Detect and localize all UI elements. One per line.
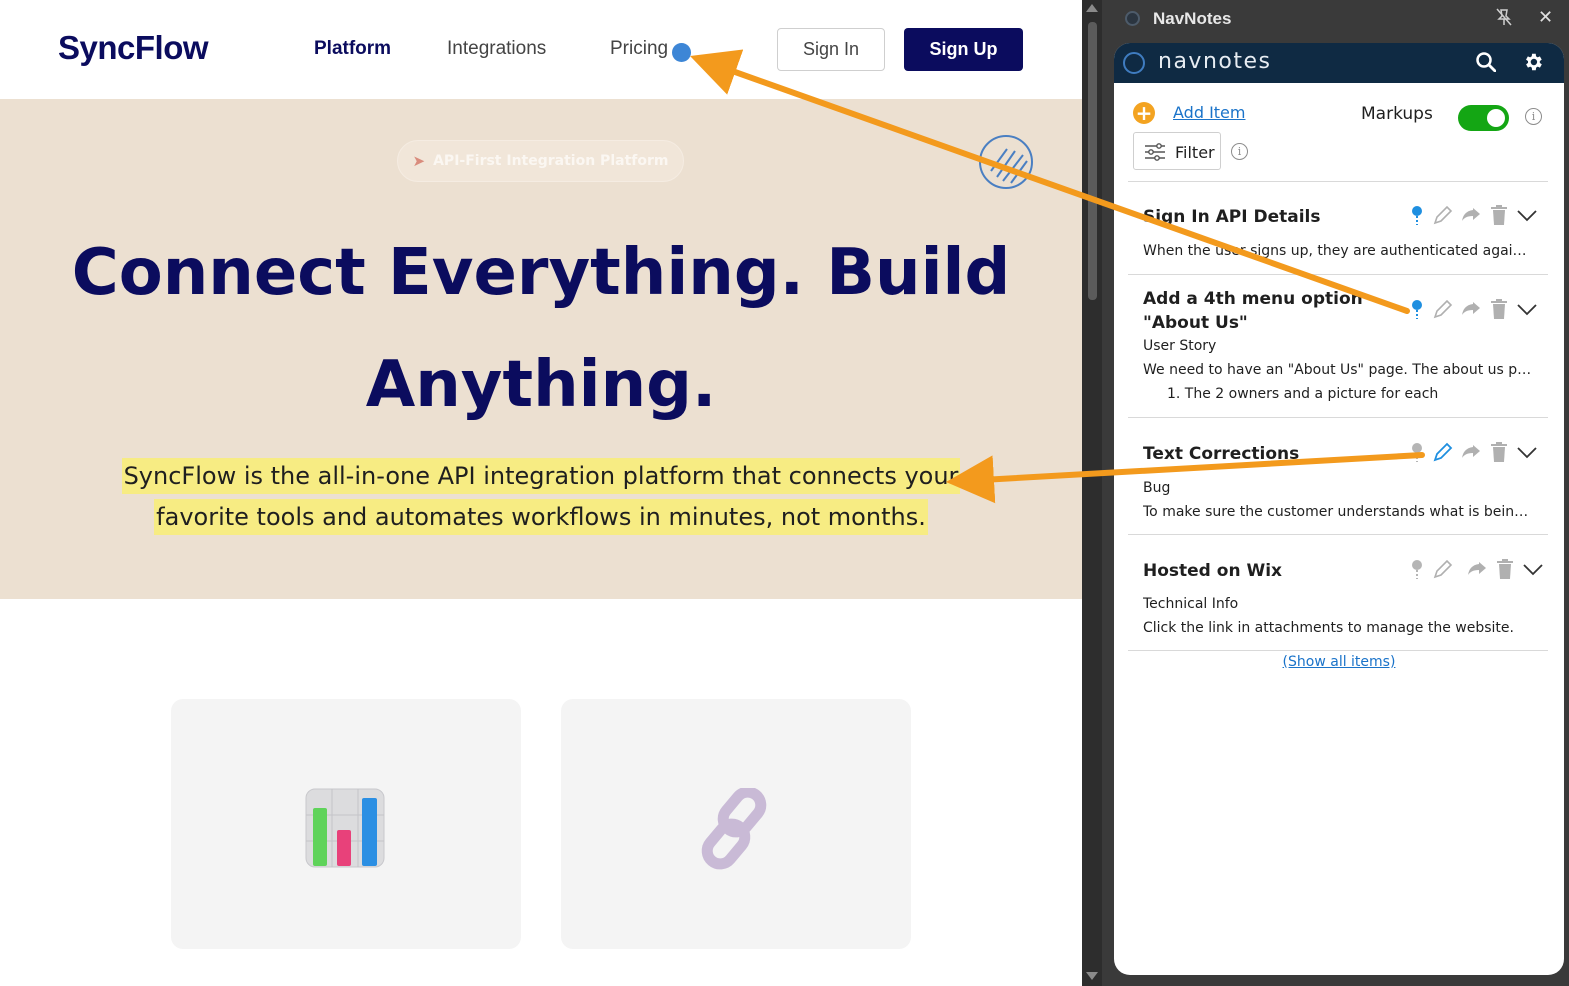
- edit-pencil-icon[interactable]: [1431, 297, 1455, 321]
- divider: [1128, 650, 1548, 651]
- chevron-down-icon[interactable]: [1515, 440, 1539, 464]
- add-item-link[interactable]: Add Item: [1173, 103, 1245, 122]
- add-item-icon[interactable]: +: [1133, 102, 1155, 124]
- note-preview: Click the link in attachments to manage …: [1143, 620, 1514, 636]
- note-actions: [1407, 297, 1547, 323]
- chevron-down-icon[interactable]: [1521, 557, 1545, 581]
- scrollbar-thumb[interactable]: [1088, 22, 1097, 300]
- trash-icon[interactable]: [1487, 440, 1511, 464]
- navnotes-panel: navnotes + Add Item Markups i Filter i S…: [1114, 43, 1564, 975]
- note-type: Technical Info: [1143, 596, 1239, 612]
- panel-logo-text: navnotes: [1158, 49, 1272, 74]
- navnotes-app-icon: [1125, 11, 1140, 26]
- note-title[interactable]: Text Corrections: [1143, 442, 1373, 466]
- site-header: SyncFlow Platform Integrations Pricing S…: [0, 0, 1082, 99]
- scroll-down-icon[interactable]: [1086, 972, 1098, 980]
- highlighted-text: SyncFlow is the all-in-one API integrati…: [121, 458, 961, 535]
- note-preview: To make sure the customer understands wh…: [1143, 504, 1533, 520]
- share-arrow-icon[interactable]: [1459, 440, 1483, 464]
- note-preview-list-item: 1. The 2 owners and a picture for each: [1167, 386, 1439, 402]
- pin-icon[interactable]: [1407, 203, 1431, 227]
- hero-section: ➤ API-First Integration Platform Connect…: [0, 99, 1082, 599]
- bar-chart-icon: [305, 788, 385, 868]
- note-title[interactable]: Sign In API Details: [1143, 205, 1373, 229]
- unpin-icon[interactable]: [1496, 8, 1512, 30]
- note-actions: [1407, 440, 1547, 466]
- close-icon[interactable]: ✕: [1538, 7, 1553, 28]
- nav-platform[interactable]: Platform: [314, 38, 391, 60]
- pin-icon[interactable]: [1407, 297, 1431, 321]
- trash-icon[interactable]: [1487, 203, 1511, 227]
- gear-icon[interactable]: [1522, 51, 1544, 73]
- hero-subtitle: SyncFlow is the all-in-one API integrati…: [120, 456, 962, 538]
- feature-card[interactable]: [561, 699, 911, 949]
- search-icon[interactable]: [1476, 52, 1496, 72]
- note-preview: When the user signs up, they are authent…: [1143, 243, 1533, 259]
- share-arrow-icon[interactable]: [1459, 203, 1483, 227]
- navnotes-logo-icon: [1123, 52, 1145, 74]
- info-icon[interactable]: i: [1231, 143, 1248, 160]
- nav-pricing[interactable]: Pricing: [610, 38, 668, 60]
- pin-icon[interactable]: [1407, 440, 1431, 464]
- show-all-items-link[interactable]: (Show all items): [1114, 654, 1564, 670]
- markups-toggle[interactable]: [1458, 105, 1509, 131]
- note-actions: [1407, 557, 1547, 583]
- trash-icon[interactable]: [1487, 297, 1511, 321]
- window-title: NavNotes: [1153, 9, 1232, 28]
- divider: [1128, 181, 1548, 182]
- divider: [1128, 274, 1548, 275]
- panel-header: navnotes: [1114, 43, 1564, 83]
- filter-sliders-icon: [1145, 143, 1165, 161]
- note-preview: We need to have an "About Us" page. The …: [1143, 362, 1533, 378]
- hero-badge-label: API-First Integration Platform: [433, 153, 669, 169]
- share-arrow-icon[interactable]: [1465, 557, 1489, 581]
- nav-integrations[interactable]: Integrations: [447, 38, 546, 60]
- hero-title: Connect Everything. Build Anything.: [71, 236, 1011, 422]
- edit-pencil-icon[interactable]: [1431, 203, 1455, 227]
- sign-up-button[interactable]: Sign Up: [904, 28, 1023, 71]
- note-title[interactable]: Add a 4th menu option "About Us": [1143, 287, 1373, 335]
- scroll-up-icon[interactable]: [1086, 4, 1098, 12]
- filter-label: Filter: [1175, 143, 1215, 162]
- chevron-down-icon[interactable]: [1515, 297, 1539, 321]
- pin-icon[interactable]: [1407, 557, 1431, 581]
- divider: [1128, 417, 1548, 418]
- website-viewport: SyncFlow Platform Integrations Pricing S…: [0, 0, 1082, 986]
- navnotes-markup-icon[interactable]: [979, 135, 1033, 189]
- hero-badge: ➤ API-First Integration Platform: [397, 140, 684, 182]
- chevron-down-icon[interactable]: [1515, 203, 1539, 227]
- share-arrow-icon[interactable]: [1459, 297, 1483, 321]
- note-type: User Story: [1143, 338, 1217, 354]
- edit-pencil-icon[interactable]: [1431, 557, 1455, 581]
- feature-card[interactable]: [171, 699, 521, 949]
- note-title[interactable]: Hosted on Wix: [1143, 559, 1373, 583]
- info-icon[interactable]: i: [1525, 108, 1542, 125]
- link-icon: [701, 788, 767, 870]
- sign-in-button[interactable]: Sign In: [777, 28, 885, 71]
- note-actions: [1407, 203, 1547, 229]
- edit-pencil-icon[interactable]: [1431, 440, 1455, 464]
- filter-button[interactable]: Filter: [1133, 132, 1221, 170]
- brand-logo[interactable]: SyncFlow: [58, 29, 209, 67]
- trash-icon[interactable]: [1493, 557, 1517, 581]
- note-type: Bug: [1143, 480, 1171, 496]
- markup-dot-marker[interactable]: [672, 43, 691, 62]
- divider: [1128, 534, 1548, 535]
- markups-label: Markups: [1361, 104, 1433, 124]
- rocket-icon: ➤: [412, 152, 426, 170]
